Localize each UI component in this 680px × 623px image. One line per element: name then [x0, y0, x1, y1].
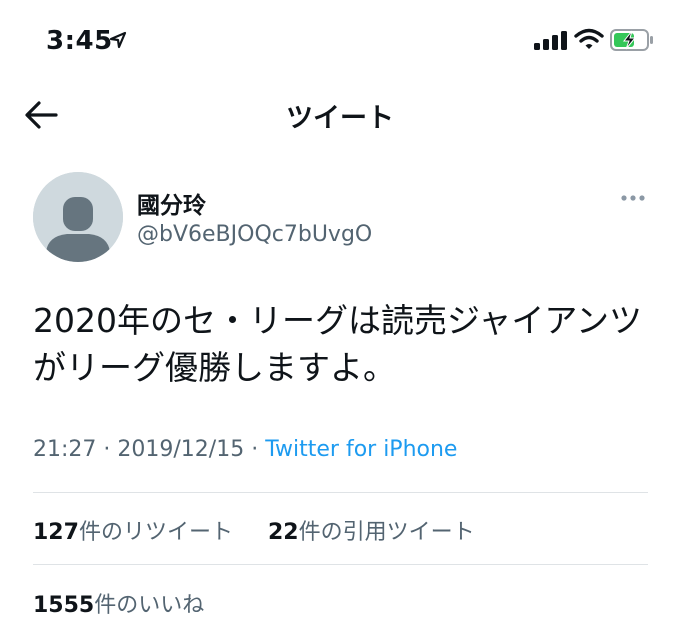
author-name[interactable]: 國分玲	[137, 186, 206, 220]
divider	[33, 492, 648, 493]
tweet-source-link[interactable]: Twitter for iPhone	[265, 437, 457, 462]
location-arrow-icon	[109, 31, 127, 49]
quotes-label: 件の引用ツイート	[298, 520, 475, 545]
tweet-text: 2020年のセ・リーグは読売ジャイアンツがリーグ優勝しますよ。	[33, 301, 643, 387]
retweets-label: 件のリツイート	[78, 520, 233, 545]
more-options-icon[interactable]	[620, 193, 646, 203]
meta-separator: ·	[103, 437, 111, 462]
divider	[33, 564, 648, 565]
meta-separator: ·	[251, 437, 259, 462]
status-time: 3:45	[46, 26, 113, 56]
quotes-stat[interactable]: 22件の引用ツイート	[268, 514, 475, 546]
battery-charging-icon	[610, 29, 653, 51]
likes-label: 件のいいね	[94, 593, 205, 618]
tweet-date: 2019/12/15	[117, 437, 245, 462]
quotes-count: 22	[268, 520, 299, 545]
retweets-stat[interactable]: 127件のリツイート	[33, 514, 233, 546]
author-handle[interactable]: @bV6eBJOQc7bUvgO	[137, 222, 372, 247]
likes-count: 1555	[33, 593, 95, 618]
cellular-signal-icon	[534, 31, 567, 50]
page-title: ツイート	[286, 103, 394, 134]
likes-stat[interactable]: 1555件のいいね	[33, 587, 204, 619]
wifi-icon	[574, 28, 604, 49]
tweet-meta: 21:27 · 2019/12/15 · Twitter for iPhone	[33, 437, 457, 462]
retweets-count: 127	[33, 520, 79, 545]
avatar[interactable]	[33, 172, 123, 262]
tweet-time: 21:27	[33, 437, 97, 462]
default-avatar-icon	[33, 172, 123, 262]
